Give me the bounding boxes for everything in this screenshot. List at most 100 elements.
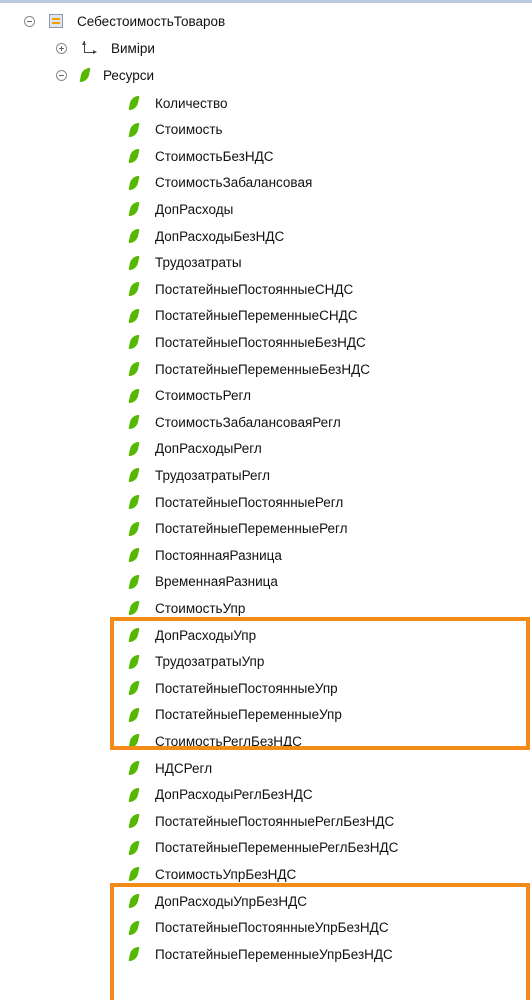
tree-node-label: ДопРасходыУпр [155, 627, 257, 643]
tree-node-label: СтоимостьРеглБезНДС [155, 733, 302, 749]
expand-icon[interactable] [56, 42, 67, 54]
resource-leaf-icon [128, 415, 140, 430]
tree-node-resource[interactable]: ПостатейныеПостоянныеБезНДС [128, 330, 366, 354]
tree-node-resource[interactable]: Стоимость [128, 118, 223, 142]
resource-leaf-icon [128, 947, 140, 962]
tree-node-resource[interactable]: ТрудозатратыРегл [128, 463, 270, 487]
tree-node-resource[interactable]: ДопРасходыРегл [128, 437, 262, 461]
tree-node-label: СтоимостьЗабалансовая [155, 175, 313, 191]
tree-node-resource[interactable]: ПостатейныеПостоянныеСНДС [128, 277, 354, 301]
tree-node-label: ДопРасходыРегл [155, 441, 262, 457]
tree-node-label: Количество [155, 95, 228, 111]
tree-node-label: ПостатейныеПеременныеБезНДС [155, 361, 370, 377]
tree-node-label: ПостатейныеПеременныеУпрБезНДС [155, 946, 393, 962]
tree-node-resource[interactable]: Количество [128, 91, 228, 115]
tree-node-label: ПостатейныеПеременныеРегл [155, 521, 348, 537]
resource-leaf-icon [128, 282, 140, 297]
resource-leaf-icon [128, 840, 140, 855]
tree-node-resource[interactable]: ПостатейныеПостоянныеУпр [128, 676, 338, 700]
resource-leaf-icon [128, 495, 140, 509]
tree-node-resource[interactable]: ПостатейныеПеременныеРеглБезНДС [128, 836, 398, 860]
resource-leaf-icon [128, 681, 140, 696]
tree-node-resource[interactable]: СтоимостьРегл [128, 384, 252, 408]
tree-node-root[interactable]: СебестоимостьТоваров [24, 9, 225, 33]
tree-node-label: СебестоимостьТоваров [77, 13, 226, 29]
tree-node-label: ПостатейныеПостоянныеБезНДС [155, 334, 366, 350]
tree-node-label: ВременнаяРазница [155, 574, 278, 590]
tree-node-resource[interactable]: ВременнаяРазница [128, 570, 278, 594]
resource-leaf-icon [128, 654, 140, 669]
collapse-icon[interactable] [56, 69, 67, 81]
tree-node-label: ПостатейныеПостоянныеУпрБезНДС [155, 920, 389, 936]
resource-leaf-icon [128, 867, 140, 882]
tree-node-resource[interactable]: ДопРасходыУпр [128, 623, 257, 647]
tree-node-resource[interactable]: ПостатейныеПеременныеБезНДС [128, 357, 370, 381]
tree-node-resource[interactable]: ПостатейныеПеременныеСНДС [128, 304, 358, 328]
tree-node-label: Виміри [111, 40, 155, 56]
resource-leaf-icon [128, 574, 140, 589]
tree-node-resource[interactable]: ДопРасходыРеглБезНДС [128, 783, 313, 807]
tree-node-resource[interactable]: ТрудозатратыУпр [128, 650, 265, 674]
window-top-border [0, 0, 532, 3]
resource-leaf-icon [128, 96, 140, 110]
resource-leaf-icon [128, 707, 140, 722]
resource-leaf-icon [128, 122, 140, 137]
tree-node-resource[interactable]: ПостатейныеПостоянныеРегл [128, 490, 344, 514]
tree-node-label: ПостатейныеПеременныеУпр [155, 707, 342, 723]
tree-node-resources[interactable]: Ресурси [56, 63, 154, 87]
tree-node-label: Трудозатраты [155, 255, 242, 271]
tree-node-label: Ресурси [103, 67, 155, 83]
tree-node-resource[interactable]: Трудозатраты [128, 251, 242, 275]
tree-node-resource[interactable]: СтоимостьЗабалансовая [128, 171, 313, 195]
resource-leaf-icon [128, 335, 140, 350]
tree-node-label: СтоимостьРегл [155, 388, 252, 404]
tree-node-dimensions[interactable]: Виміри [56, 36, 155, 60]
tree-node-resource[interactable]: ДопРасходы [128, 197, 234, 221]
tree-node-resource[interactable]: СтоимостьЗабалансоваяРегл [128, 410, 341, 434]
tree-node-label: ТрудозатратыУпр [155, 654, 265, 670]
tree-node-label: ПостатейныеПеременныеСНДС [155, 308, 358, 324]
resource-leaf-icon [128, 308, 140, 323]
resource-leaf-icon [128, 761, 140, 775]
tree-node-label: ДопРасходыУпрБезНДС [155, 893, 308, 909]
tree-node-label: ТрудозатратыРегл [155, 467, 270, 483]
tree-node-label: ПостатейныеПостоянныеСНДС [155, 281, 354, 297]
tree-node-resource[interactable]: ПостояннаяРазница [128, 543, 282, 567]
tree-node-label: СтоимостьБезНДС [155, 148, 274, 164]
resource-leaf-icon [128, 362, 140, 376]
resource-leaf-icon [128, 175, 140, 190]
tree-node-label: ДопРасходы [155, 201, 234, 217]
tree-node-label: ПостатейныеПостоянныеРеглБезНДС [155, 813, 395, 829]
tree-node-label: ДопРасходыРеглБезНДС [155, 787, 313, 803]
tree-node-resource[interactable]: СтоимостьРеглБезНДС [128, 729, 302, 753]
tree-node-resource[interactable]: СтоимостьБезНДС [128, 144, 274, 168]
tree-node-resource[interactable]: ПостатейныеПеременныеУпрБезНДС [128, 942, 393, 966]
tree-node-label: Стоимость [155, 122, 223, 138]
tree-node-label: ДопРасходыБезНДС [155, 228, 285, 244]
tree-node-resource[interactable]: ДопРасходыБезНДС [128, 224, 285, 248]
tree-node-resource[interactable]: ПостатейныеПеременныеРегл [128, 517, 348, 541]
tree-node-label: СтоимостьУпрБезНДС [155, 866, 297, 882]
tree-node-label: ПостатейныеПостоянныеРегл [155, 494, 344, 510]
tree-node-label: ПостатейныеПостоянныеУпр [155, 680, 338, 696]
dimensions-axis-icon [81, 41, 97, 55]
tree-node-resource[interactable]: ПостатейныеПостоянныеУпрБезНДС [128, 916, 389, 940]
tree-node-label: СтоимостьЗабалансоваяРегл [155, 414, 341, 430]
tree-node-resource[interactable]: ПостатейныеПостоянныеРеглБезНДС [128, 809, 395, 833]
resource-leaf-icon [128, 441, 140, 456]
resource-leaf-icon [79, 68, 91, 82]
tree-node-label: ПостояннаяРазница [155, 547, 282, 563]
accumulation-register-icon [49, 14, 63, 28]
resource-leaf-icon [128, 734, 140, 749]
tree-node-resource[interactable]: ДопРасходыУпрБезНДС [128, 889, 308, 913]
resource-leaf-icon [128, 229, 140, 243]
tree-node-resource[interactable]: СтоимостьУпрБезНДС [128, 862, 297, 886]
resource-leaf-icon [128, 628, 140, 642]
tree-node-resource[interactable]: ПостатейныеПеременныеУпр [128, 703, 342, 727]
collapse-icon[interactable] [24, 15, 35, 27]
tree-node-resource[interactable]: НДСРегл [128, 756, 212, 780]
tree-node-resource[interactable]: СтоимостьУпр [128, 596, 245, 620]
resource-leaf-icon [128, 894, 140, 908]
resource-leaf-icon [128, 787, 140, 802]
resource-leaf-icon [128, 149, 140, 164]
